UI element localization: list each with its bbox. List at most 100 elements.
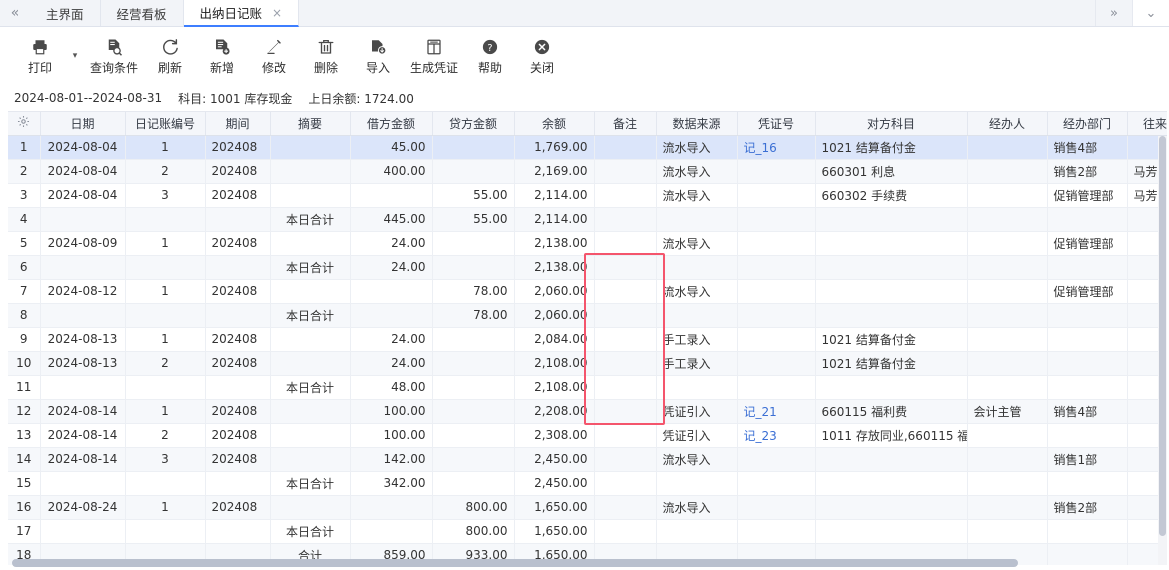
cell-src[interactable]: 手工录入: [656, 327, 737, 351]
cell-vno[interactable]: [737, 279, 815, 303]
cell-idx[interactable]: 6: [8, 255, 40, 279]
table-row[interactable]: 32024-08-04320240855.002,114.00流水导入66030…: [8, 183, 1167, 207]
grid-column-header-memo[interactable]: 备注: [594, 112, 656, 135]
cell-bal[interactable]: 2,138.00: [514, 231, 594, 255]
cell-vno[interactable]: [737, 207, 815, 231]
cell-no[interactable]: 2: [125, 423, 205, 447]
cell-date[interactable]: 2024-08-09: [40, 231, 125, 255]
grid-column-header-bal[interactable]: 余额: [514, 112, 594, 135]
cell-period[interactable]: 202408: [205, 495, 270, 519]
grid-column-header-dept[interactable]: 经办部门: [1047, 112, 1127, 135]
cell-handler[interactable]: [967, 231, 1047, 255]
cell-idx[interactable]: 11: [8, 375, 40, 399]
table-row[interactable]: 22024-08-042202408400.002,169.00流水导入6603…: [8, 159, 1167, 183]
cell-dept[interactable]: [1047, 519, 1127, 543]
cell-debit[interactable]: 45.00: [350, 135, 432, 159]
cell-src[interactable]: 流水导入: [656, 183, 737, 207]
cell-date[interactable]: 2024-08-14: [40, 423, 125, 447]
cell-counter[interactable]: 660301 利息: [815, 159, 967, 183]
toolbar-button-printer[interactable]: 打印: [14, 34, 66, 78]
cell-dept[interactable]: 促销管理部: [1047, 279, 1127, 303]
cell-memo[interactable]: [594, 279, 656, 303]
cell-period[interactable]: [205, 375, 270, 399]
cell-no[interactable]: 2: [125, 159, 205, 183]
cell-idx[interactable]: 9: [8, 327, 40, 351]
toolbar-button-voucher[interactable]: 生成凭证: [404, 34, 464, 78]
cell-vno[interactable]: [737, 303, 815, 327]
cell-dept[interactable]: [1047, 327, 1127, 351]
tab-overflow-button[interactable]: »: [1095, 0, 1132, 26]
cell-memo[interactable]: [594, 207, 656, 231]
grid-column-header-party[interactable]: 往来单位: [1127, 112, 1167, 135]
cell-period[interactable]: 202408: [205, 447, 270, 471]
grid-column-header-debit[interactable]: 借方金额: [350, 112, 432, 135]
cell-handler[interactable]: [967, 423, 1047, 447]
cell-credit[interactable]: [432, 471, 514, 495]
cell-no[interactable]: [125, 303, 205, 327]
toolbar-button-trash[interactable]: 删除: [300, 34, 352, 78]
cell-vno[interactable]: [737, 351, 815, 375]
tab-1[interactable]: 经营看板: [101, 0, 184, 26]
cell-debit[interactable]: 24.00: [350, 327, 432, 351]
cell-counter[interactable]: 660302 手续费: [815, 183, 967, 207]
cell-abst[interactable]: [270, 423, 350, 447]
cell-bal[interactable]: 2,060.00: [514, 303, 594, 327]
cell-period[interactable]: 202408: [205, 231, 270, 255]
sidebar-collapse-icon[interactable]: «: [0, 0, 30, 26]
cell-debit[interactable]: 48.00: [350, 375, 432, 399]
cell-date[interactable]: [40, 303, 125, 327]
cell-counter[interactable]: [815, 471, 967, 495]
cell-vno[interactable]: [737, 255, 815, 279]
cell-bal[interactable]: 2,169.00: [514, 159, 594, 183]
cell-period[interactable]: 202408: [205, 327, 270, 351]
cell-idx[interactable]: 15: [8, 471, 40, 495]
toolbar-button-close-circle[interactable]: 关闭: [516, 34, 568, 78]
cell-idx[interactable]: 14: [8, 447, 40, 471]
cell-no[interactable]: 2: [125, 351, 205, 375]
cell-abst[interactable]: 本日合计: [270, 303, 350, 327]
cell-dept[interactable]: 销售4部: [1047, 135, 1127, 159]
grid-settings-gear-button[interactable]: [8, 112, 40, 135]
table-row[interactable]: 92024-08-13120240824.002,084.00手工录入1021 …: [8, 327, 1167, 351]
cell-handler[interactable]: [967, 303, 1047, 327]
cell-memo[interactable]: [594, 495, 656, 519]
cell-no[interactable]: [125, 375, 205, 399]
cell-idx[interactable]: 8: [8, 303, 40, 327]
cell-memo[interactable]: [594, 159, 656, 183]
cell-abst[interactable]: [270, 159, 350, 183]
cell-dept[interactable]: 销售2部: [1047, 159, 1127, 183]
cell-date[interactable]: [40, 471, 125, 495]
cell-abst[interactable]: [270, 351, 350, 375]
cell-handler[interactable]: [967, 375, 1047, 399]
voucher-link[interactable]: 记_21: [744, 405, 777, 419]
cell-memo[interactable]: [594, 423, 656, 447]
grid-vertical-scrollbar[interactable]: [1158, 136, 1167, 565]
cell-no[interactable]: 1: [125, 399, 205, 423]
cell-idx[interactable]: 4: [8, 207, 40, 231]
cell-credit[interactable]: [432, 255, 514, 279]
cell-period[interactable]: [205, 519, 270, 543]
tab-dropdown-button[interactable]: ⌄: [1132, 0, 1169, 26]
cell-credit[interactable]: [432, 159, 514, 183]
cell-credit[interactable]: [432, 375, 514, 399]
cell-idx[interactable]: 10: [8, 351, 40, 375]
cell-period[interactable]: 202408: [205, 135, 270, 159]
cell-counter[interactable]: [815, 375, 967, 399]
cell-src[interactable]: [656, 207, 737, 231]
cell-vno[interactable]: [737, 519, 815, 543]
cell-src[interactable]: 流水导入: [656, 159, 737, 183]
cell-bal[interactable]: 2,208.00: [514, 399, 594, 423]
voucher-link[interactable]: 记_23: [744, 429, 777, 443]
table-row[interactable]: 6本日合计24.002,138.00: [8, 255, 1167, 279]
tab-0[interactable]: 主界面: [30, 0, 101, 26]
cell-date[interactable]: [40, 519, 125, 543]
cell-dept[interactable]: [1047, 471, 1127, 495]
cell-counter[interactable]: [815, 495, 967, 519]
cell-period[interactable]: [205, 303, 270, 327]
table-row[interactable]: 72024-08-12120240878.002,060.00流水导入促销管理部: [8, 279, 1167, 303]
cell-memo[interactable]: [594, 327, 656, 351]
cell-credit[interactable]: [432, 231, 514, 255]
cell-abst[interactable]: 本日合计: [270, 207, 350, 231]
cell-memo[interactable]: [594, 399, 656, 423]
cell-dept[interactable]: [1047, 207, 1127, 231]
